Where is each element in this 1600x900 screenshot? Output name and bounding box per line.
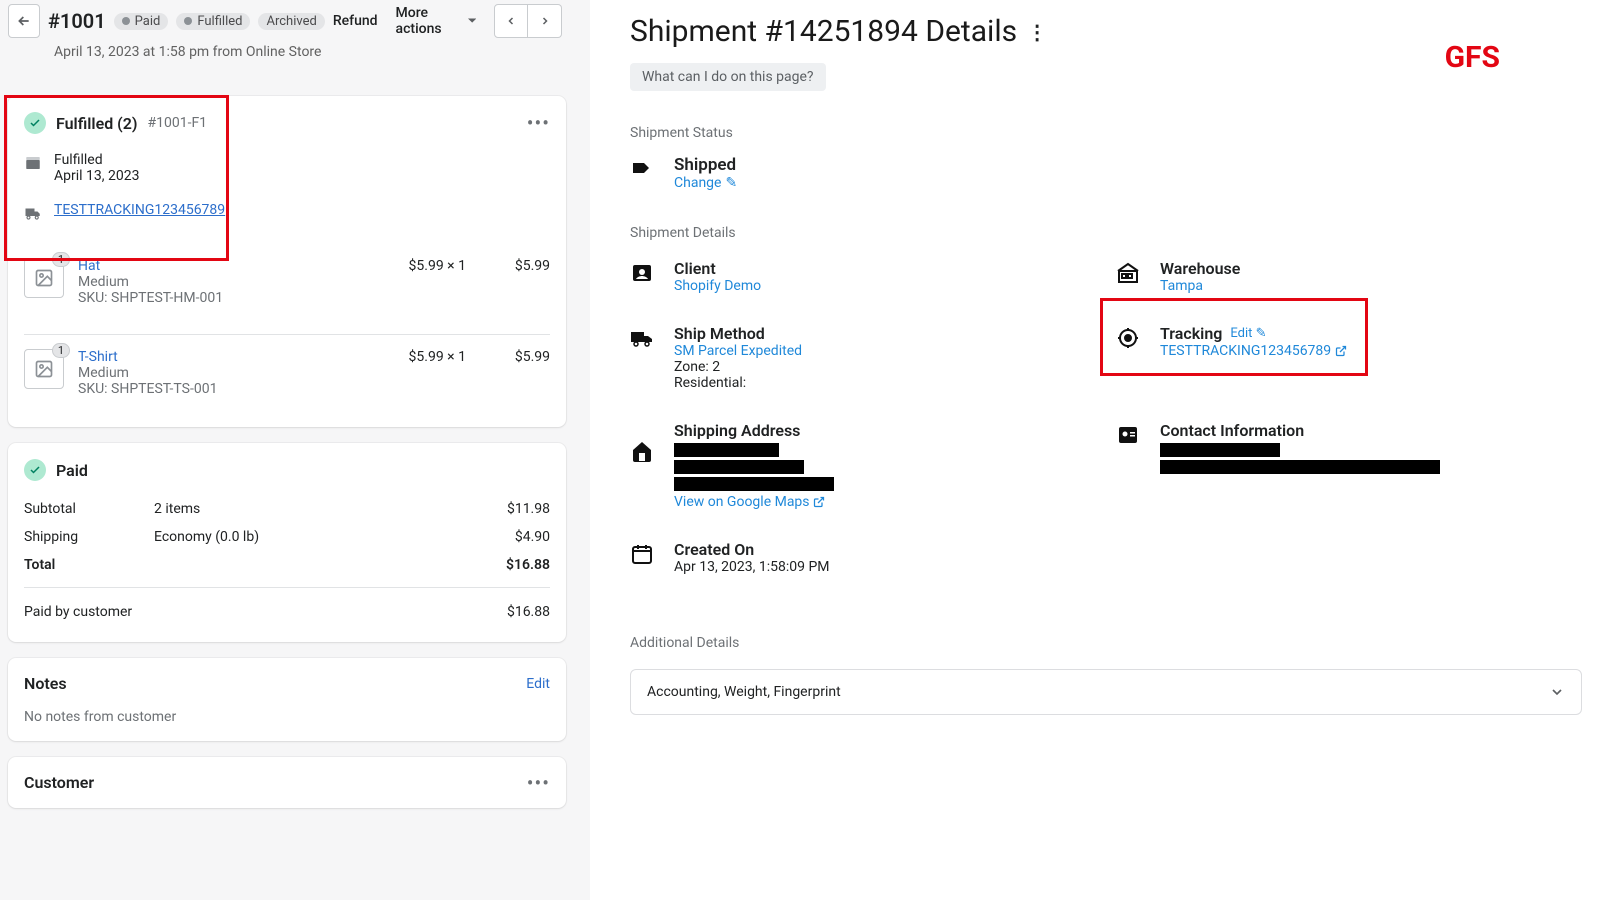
page-title: Shipment #14251894 Details xyxy=(630,14,1017,49)
line-item: 1 T-Shirt Medium SKU: SHPTEST-TS-001 $5.… xyxy=(24,334,550,411)
contact-icon xyxy=(1116,423,1142,447)
additional-details-label: Additional Details xyxy=(630,635,1582,651)
item-line-total: $5.99 xyxy=(480,258,550,274)
ship-method-label: Ship Method xyxy=(674,324,802,343)
shipping-row: Shipping Economy (0.0 lb) $4.90 xyxy=(24,523,550,551)
ship-method-link[interactable]: SM Parcel Expedited xyxy=(674,343,802,359)
change-status-link[interactable]: Change✎ xyxy=(674,175,737,191)
edit-tracking-link[interactable]: Edit ✎ xyxy=(1230,326,1266,341)
chevron-left-icon xyxy=(505,15,517,27)
qty-badge: 1 xyxy=(52,252,70,267)
page-overflow-menu[interactable]: ⋮ xyxy=(1027,20,1047,44)
external-link-icon xyxy=(813,496,825,508)
prev-order-button[interactable] xyxy=(494,4,528,38)
status-section-label: Shipment Status xyxy=(630,125,1582,141)
tracking-target-icon xyxy=(1116,326,1142,350)
chevron-right-icon xyxy=(539,15,551,27)
product-sku: SKU: SHPTEST-TS-001 xyxy=(78,381,352,397)
redacted-line xyxy=(1160,460,1440,474)
product-sku: SKU: SHPTEST-HM-001 xyxy=(78,290,352,306)
item-line-total: $5.99 xyxy=(480,349,550,365)
tracking-link[interactable]: TESTTRACKING123456789 xyxy=(54,202,225,218)
fulfilled-title: Fulfilled (2) xyxy=(56,114,137,133)
client-label: Client xyxy=(674,259,761,278)
paid-status-icon xyxy=(24,459,46,481)
shipment-status-value: Shipped xyxy=(674,155,737,175)
order-number: #1001 xyxy=(48,9,106,33)
more-actions-menu[interactable]: More actions xyxy=(396,5,476,37)
fulfillment-overflow-menu[interactable]: ••• xyxy=(527,119,550,127)
warehouse-label: Warehouse xyxy=(1160,259,1240,278)
redacted-line xyxy=(1160,443,1280,457)
product-variant: Medium xyxy=(78,274,352,290)
details-section-label: Shipment Details xyxy=(630,225,1582,241)
package-icon xyxy=(24,154,44,172)
image-icon xyxy=(34,359,54,379)
truck-icon xyxy=(24,204,44,222)
warehouse-icon xyxy=(1116,261,1142,285)
contact-info-label: Contact Information xyxy=(1160,421,1582,440)
line-item: 1 Hat Medium SKU: SHPTEST-HM-001 $5.99 ×… xyxy=(24,244,550,320)
subtotal-row: Subtotal 2 items $11.98 xyxy=(24,495,550,523)
fulfillment-id: #1001-F1 xyxy=(147,115,207,131)
refund-button[interactable]: Refund xyxy=(333,13,378,29)
home-icon xyxy=(630,439,656,463)
created-on-label: Created On xyxy=(674,540,830,559)
google-maps-link[interactable]: View on Google Maps xyxy=(674,494,825,510)
chevron-down-icon xyxy=(1549,684,1565,700)
paid-by-row: Paid by customer $16.88 xyxy=(24,587,550,626)
product-name-link[interactable]: T-Shirt xyxy=(78,349,118,365)
edit-notes-button[interactable]: Edit xyxy=(526,676,550,692)
item-unit-price: $5.99 × 1 xyxy=(366,349,466,365)
pencil-icon: ✎ xyxy=(725,175,737,191)
next-order-button[interactable] xyxy=(528,4,562,38)
tracking-label: Tracking Edit ✎ xyxy=(1160,324,1347,343)
back-button[interactable] xyxy=(8,4,40,38)
notes-title: Notes xyxy=(24,674,67,693)
archived-badge: Archived xyxy=(258,13,324,30)
gfs-label: GFS xyxy=(1445,40,1500,75)
redacted-line xyxy=(674,443,779,457)
shipping-address-label: Shipping Address xyxy=(674,421,834,440)
paid-badge: Paid xyxy=(114,13,169,30)
fulfilled-status-icon xyxy=(24,112,46,134)
product-name-link[interactable]: Hat xyxy=(78,258,100,274)
warehouse-link[interactable]: Tampa xyxy=(1160,278,1203,294)
product-variant: Medium xyxy=(78,365,352,381)
client-link[interactable]: Shopify Demo xyxy=(674,278,761,294)
redacted-line xyxy=(674,460,804,474)
total-row: Total $16.88 xyxy=(24,551,550,579)
item-unit-price: $5.99 × 1 xyxy=(366,258,466,274)
created-on-value: Apr 13, 2023, 1:58:09 PM xyxy=(674,559,830,575)
pencil-icon: ✎ xyxy=(1256,326,1267,341)
calendar-icon xyxy=(630,542,656,566)
tag-icon xyxy=(630,157,656,181)
external-link-icon xyxy=(1335,345,1347,357)
ship-residential: Residential: xyxy=(674,375,802,391)
customer-title: Customer xyxy=(24,773,94,792)
notes-empty-text: No notes from customer xyxy=(24,709,550,725)
tracking-number-link[interactable]: TESTTRACKING123456789 xyxy=(1160,343,1347,359)
arrow-left-icon xyxy=(16,13,32,29)
additional-details-accordion[interactable]: Accounting, Weight, Fingerprint xyxy=(630,669,1582,715)
paid-title: Paid xyxy=(56,461,88,480)
ship-zone: Zone: 2 xyxy=(674,359,802,375)
fulfillment-status-text: Fulfilled xyxy=(54,152,139,168)
client-icon xyxy=(630,261,656,285)
fulfillment-date: April 13, 2023 xyxy=(54,168,139,184)
customer-overflow-menu[interactable]: ••• xyxy=(527,779,550,787)
redacted-line xyxy=(674,477,834,491)
fulfilled-badge: Fulfilled xyxy=(176,13,250,30)
caret-down-icon xyxy=(468,16,476,26)
qty-badge: 1 xyxy=(52,343,70,358)
image-icon xyxy=(34,268,54,288)
truck-solid-icon xyxy=(630,326,656,350)
order-timestamp: April 13, 2023 at 1:58 pm from Online St… xyxy=(8,38,562,60)
help-hint-button[interactable]: What can I do on this page? xyxy=(630,63,826,91)
